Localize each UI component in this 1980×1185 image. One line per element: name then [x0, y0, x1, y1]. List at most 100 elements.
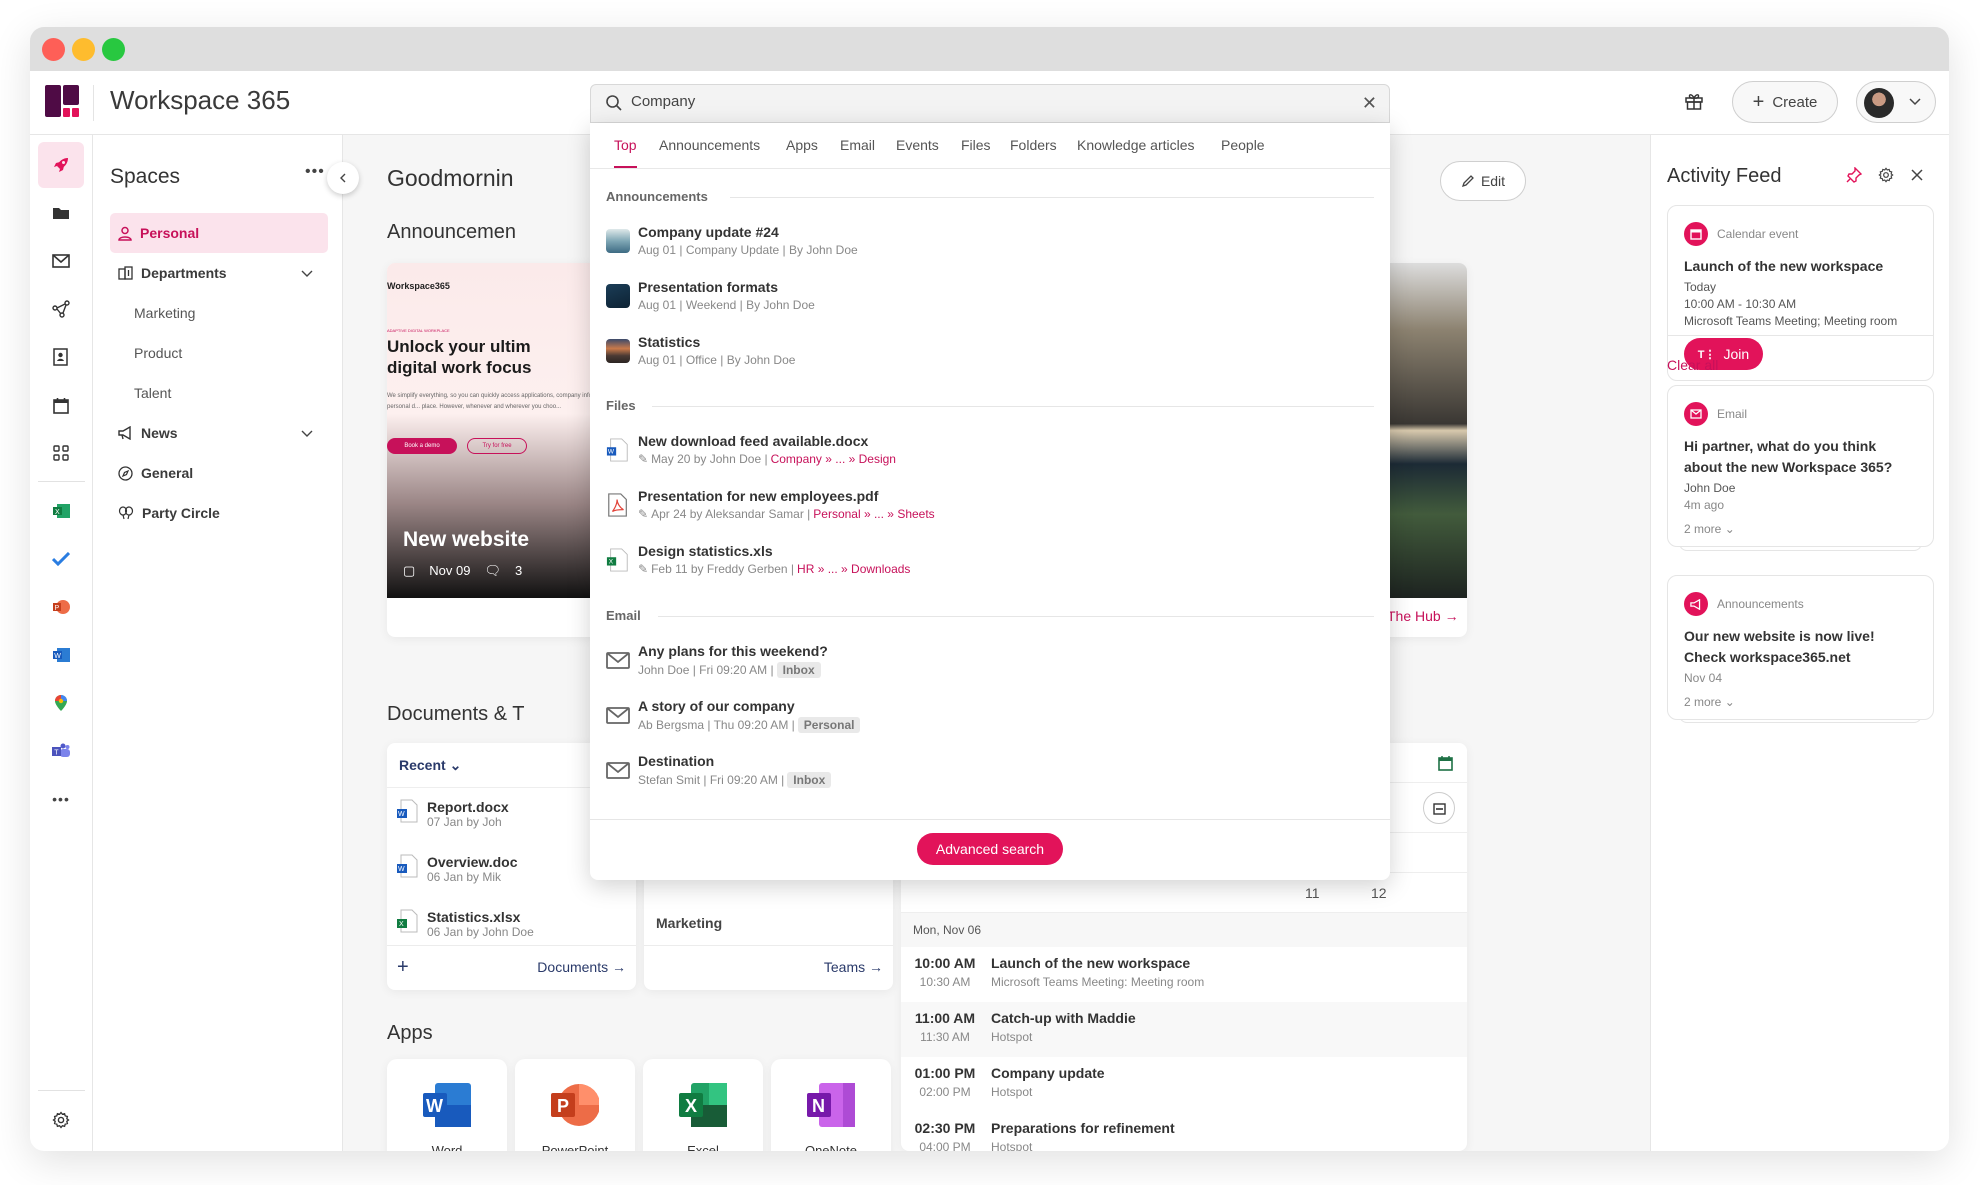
rail-todo[interactable]: [38, 536, 84, 582]
tab-announcements[interactable]: Announcements: [659, 137, 760, 153]
tab-apps[interactable]: Apps: [786, 137, 818, 153]
recent-filter-dropdown[interactable]: Recent ⌄: [399, 757, 461, 774]
teams-link[interactable]: Teams →: [824, 959, 883, 975]
document-row[interactable]: W Report.docx 07 Jan by Joh: [397, 799, 509, 829]
more-label: 2 more: [1684, 695, 1722, 709]
show-more-button[interactable]: 2 more ⌄: [1684, 695, 1917, 709]
team-item[interactable]: Marketing: [656, 915, 722, 931]
document-row[interactable]: W Overview.doc 06 Jan by Mik: [397, 854, 518, 884]
rail-maps[interactable]: [38, 680, 84, 726]
clear-all-link[interactable]: Clear all: [1667, 357, 1718, 373]
tab-knowledge-articles[interactable]: Knowledge articles: [1077, 137, 1195, 153]
agenda-event[interactable]: 02:30 PM 04:00 PM Preparations for refine…: [901, 1112, 1467, 1151]
documents-link[interactable]: Documents →: [537, 959, 626, 975]
result-email[interactable]: Any plans for this weekend? John Doe | Fr…: [606, 643, 828, 678]
result-path-link[interactable]: Personal » ... » Sheets: [813, 507, 934, 521]
result-file[interactable]: X Design statistics.xls ✎ Feb 11 by Freddy…: [606, 543, 910, 576]
tab-folders[interactable]: Folders: [1010, 137, 1057, 153]
rail-files[interactable]: [38, 190, 84, 236]
event-start: 02:30 PM: [914, 1120, 976, 1136]
clear-search-icon[interactable]: ✕: [1362, 93, 1377, 114]
rail-contacts[interactable]: [38, 334, 84, 380]
user-menu-button[interactable]: [1856, 81, 1936, 123]
spaces-more-icon[interactable]: •••: [305, 163, 325, 181]
svg-text:W: W: [54, 653, 61, 660]
maximize-window-button[interactable]: [102, 38, 125, 61]
feed-card-announcement[interactable]: Announcements Our new website is now liv…: [1667, 575, 1934, 720]
try-free-button[interactable]: Try for free: [467, 438, 527, 454]
rail-calendar[interactable]: [38, 382, 84, 428]
today-button[interactable]: [1423, 792, 1455, 824]
close-window-button[interactable]: [42, 38, 65, 61]
rail-apps[interactable]: [38, 430, 84, 476]
space-item-party-circle[interactable]: Party Circle: [110, 493, 328, 533]
result-file[interactable]: W New download feed available.docx ✎ May 2…: [606, 433, 896, 466]
add-document-icon[interactable]: +: [397, 956, 409, 979]
rail-word[interactable]: W: [38, 632, 84, 678]
feed-card-calendar[interactable]: Calendar event Launch of the new workspa…: [1667, 205, 1934, 381]
calendar-app-icon[interactable]: [1438, 755, 1453, 771]
rail-mail[interactable]: [38, 238, 84, 284]
space-item-departments[interactable]: Departments: [110, 253, 328, 293]
app-tile-onenote[interactable]: N OneNote: [771, 1059, 891, 1151]
space-item-marketing[interactable]: Marketing: [110, 293, 328, 333]
search-input[interactable]: [631, 93, 1331, 110]
rail-powerpoint[interactable]: P: [38, 584, 84, 630]
tab-email[interactable]: Email: [840, 137, 875, 153]
result-announcement[interactable]: Statistics Aug 01 | Office | By John Doe: [606, 334, 795, 367]
space-item-news[interactable]: News: [110, 413, 328, 453]
tab-files[interactable]: Files: [961, 137, 991, 153]
result-email[interactable]: Destination Stefan Smit | Fri 09:20 AM | I…: [606, 753, 832, 788]
space-item-personal[interactable]: Personal: [110, 213, 328, 253]
tab-people[interactable]: People: [1221, 137, 1265, 153]
rail-share[interactable]: [38, 286, 84, 332]
result-path-link[interactable]: Company » ... » Design: [771, 452, 896, 466]
rail-excel[interactable]: X: [38, 488, 84, 534]
result-announcement[interactable]: Company update #24 Aug 01 | Company Updat…: [606, 224, 858, 257]
result-file[interactable]: Presentation for new employees.pdf ✎ Apr 2…: [606, 488, 935, 521]
edit-button[interactable]: Edit: [1440, 161, 1526, 201]
tab-events[interactable]: Events: [896, 137, 939, 153]
feed-card-type: Calendar event: [1717, 227, 1799, 241]
space-item-talent[interactable]: Talent: [110, 373, 328, 413]
agenda-event[interactable]: 10:00 AM 10:30 AM Launch of the new works…: [901, 947, 1467, 1002]
result-announcement[interactable]: Presentation formats Aug 01 | Weekend | B…: [606, 279, 815, 312]
chevron-down-icon[interactable]: [300, 266, 314, 280]
document-row[interactable]: X Statistics.xlsx 06 Jan by John Doe: [397, 909, 534, 939]
event-end: 10:30 AM: [919, 975, 971, 989]
space-item-general[interactable]: General: [110, 453, 328, 493]
rail-teams[interactable]: T: [38, 728, 84, 774]
chevron-down-icon[interactable]: [300, 426, 314, 440]
workspace-logo[interactable]: [45, 85, 79, 117]
result-path-link[interactable]: HR » ... » Downloads: [797, 562, 910, 576]
app-tile-powerpoint[interactable]: P PowerPoint: [515, 1059, 635, 1151]
create-button[interactable]: + Create: [1732, 81, 1838, 123]
rail-home[interactable]: [38, 142, 84, 188]
advanced-search-button[interactable]: Advanced search: [917, 833, 1063, 865]
agenda-event[interactable]: 11:00 AM 11:30 AM Catch-up with Maddie Hot…: [901, 1002, 1467, 1057]
search-bar[interactable]: ✕: [590, 84, 1390, 123]
app-tile-word[interactable]: W Word: [387, 1059, 507, 1151]
close-icon[interactable]: [1911, 169, 1923, 181]
day-cell[interactable]: 11: [1305, 885, 1320, 901]
hub-link[interactable]: The Hub →: [1387, 608, 1459, 624]
app-tile-excel[interactable]: X Excel: [643, 1059, 763, 1151]
calendar-icon: [1684, 222, 1708, 246]
day-cell[interactable]: 12: [1371, 885, 1387, 901]
more-icon[interactable]: •••: [38, 776, 84, 822]
minimize-window-button[interactable]: [72, 38, 95, 61]
feed-card-email[interactable]: Email Hi partner, what do you think abou…: [1667, 385, 1934, 547]
tab-top[interactable]: Top: [614, 137, 637, 168]
gear-icon[interactable]: [1878, 167, 1894, 183]
pin-icon[interactable]: [1846, 167, 1862, 183]
agenda-event[interactable]: 01:00 PM 02:00 PM Company update Hotspot: [901, 1057, 1467, 1112]
header-divider: [93, 85, 94, 121]
result-email[interactable]: A story of our company Ab Bergsma | Thu 0…: [606, 698, 861, 733]
book-demo-button[interactable]: Book a demo: [387, 438, 457, 454]
powerpoint-icon: P: [52, 600, 70, 614]
rail-settings[interactable]: [38, 1097, 84, 1143]
space-item-product[interactable]: Product: [110, 333, 328, 373]
gift-icon[interactable]: [1684, 91, 1704, 111]
show-more-button[interactable]: 2 more ⌄: [1684, 522, 1917, 536]
collapse-sidebar-button[interactable]: [327, 162, 359, 194]
